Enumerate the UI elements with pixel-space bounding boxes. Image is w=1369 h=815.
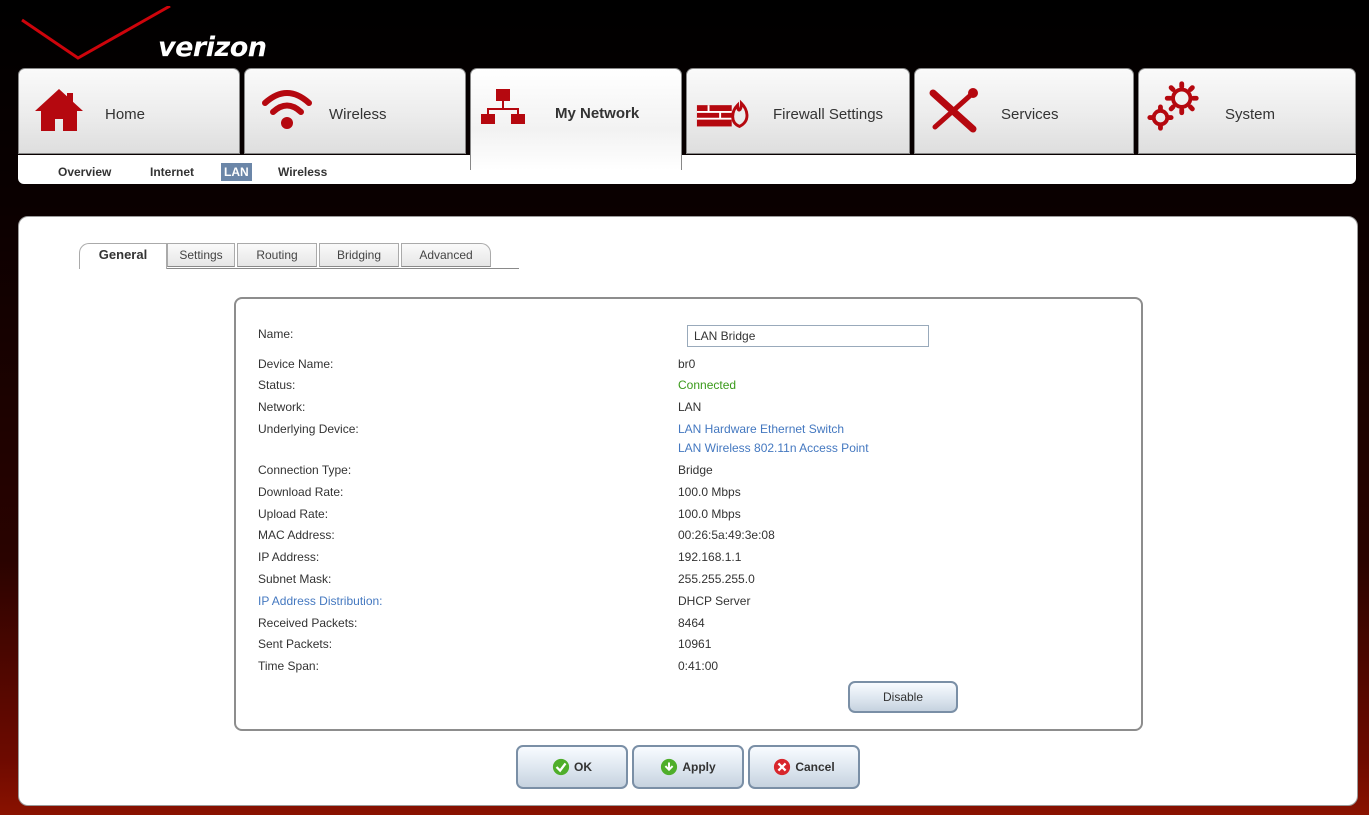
underlying-device-link-1[interactable]: LAN Hardware Ethernet Switch	[678, 422, 844, 436]
nav-tab-firewall-settings[interactable]: Firewall Settings	[686, 68, 910, 154]
ip-address-distribution-link[interactable]: IP Address Distribution:	[258, 594, 383, 608]
network-icon	[481, 89, 525, 124]
subnet-mask-label: Subnet Mask:	[258, 572, 332, 586]
time-span-value: 0:41:00	[678, 659, 719, 673]
nav-tab-system-label: System	[1225, 106, 1276, 123]
ip-address-label: IP Address:	[258, 550, 320, 564]
cancel-button[interactable]: Cancel	[748, 745, 860, 789]
ip-address-value: 192.168.1.1	[678, 550, 742, 564]
home-icon	[35, 89, 83, 131]
download-rate-label: Download Rate:	[258, 485, 344, 499]
nav-tab-home[interactable]: Home	[18, 68, 240, 154]
nav-tab-home-label: Home	[105, 106, 146, 123]
content-panel: General Settings Routing Bridging Advanc…	[18, 216, 1358, 806]
ip-address-distribution-value: DHCP Server	[678, 594, 751, 608]
sub-navigation: Overview Internet LAN Wireless	[18, 155, 1356, 184]
tools-icon	[929, 88, 978, 133]
ok-button-label: OK	[574, 760, 592, 774]
device-name-value: br0	[678, 357, 696, 371]
subnav-item-wireless[interactable]: Wireless	[278, 165, 327, 179]
disable-button-label: Disable	[882, 690, 924, 704]
apply-icon	[661, 758, 678, 776]
name-field[interactable]	[687, 325, 929, 347]
apply-button-label: Apply	[682, 760, 716, 774]
verizon-logo: verizon	[20, 6, 280, 66]
device-name-label: Device Name:	[258, 357, 334, 371]
mac-address-label: MAC Address:	[258, 528, 335, 542]
logo-text: verizon	[158, 32, 267, 63]
gears-icon	[1147, 81, 1199, 131]
upload-rate-label: Upload Rate:	[258, 507, 329, 521]
mac-address-value: 00:26:5a:49:3e:08	[678, 528, 775, 542]
network-value: LAN	[678, 400, 702, 414]
sent-packets-label: Sent Packets:	[258, 637, 333, 651]
nav-tab-firewall-settings-label: Firewall Settings	[773, 106, 884, 123]
lan-details-box: Name: Device Name: br0 Status: Connected…	[234, 297, 1143, 731]
subtab-settings[interactable]: Settings	[167, 243, 235, 267]
connection-type-value: Bridge	[678, 463, 713, 477]
received-packets-label: Received Packets:	[258, 616, 358, 630]
nav-tab-wireless-label: Wireless	[329, 106, 387, 123]
ok-button[interactable]: OK	[516, 745, 628, 789]
received-packets-value: 8464	[678, 616, 705, 630]
status-label: Status:	[258, 378, 296, 392]
subtab-routing[interactable]: Routing	[237, 243, 317, 267]
nav-tab-system[interactable]: System	[1138, 68, 1356, 154]
subtab-advanced[interactable]: Advanced	[401, 243, 491, 267]
connection-type-label: Connection Type:	[258, 463, 352, 477]
subnav-item-lan[interactable]: LAN	[221, 163, 252, 181]
network-label: Network:	[258, 400, 306, 414]
nav-tab-my-network[interactable]: My Network	[470, 68, 682, 170]
nav-tab-wireless[interactable]: Wireless	[244, 68, 466, 154]
nav-tab-services-label: Services	[1001, 106, 1059, 123]
name-label: Name:	[258, 327, 294, 341]
subnet-mask-value: 255.255.255.0	[678, 572, 755, 586]
time-span-label: Time Span:	[258, 659, 319, 673]
status-value: Connected	[678, 378, 737, 392]
wifi-icon	[262, 90, 312, 129]
nav-tab-my-network-label: My Network	[555, 105, 640, 122]
nav-tab-services[interactable]: Services	[914, 68, 1134, 154]
underlying-device-label: Underlying Device:	[258, 422, 359, 436]
upload-rate-value: 100.0 Mbps	[678, 507, 741, 521]
underlying-device-link-2[interactable]: LAN Wireless 802.11n Access Point	[678, 441, 869, 455]
download-rate-value: 100.0 Mbps	[678, 485, 741, 499]
sent-packets-value: 10961	[678, 637, 712, 651]
disable-button[interactable]: Disable	[848, 681, 958, 713]
cancel-icon	[774, 758, 791, 776]
subnav-item-internet[interactable]: Internet	[150, 165, 194, 179]
subtab-general[interactable]: General	[79, 243, 167, 269]
subnav-item-overview[interactable]: Overview	[58, 165, 111, 179]
firewall-icon	[696, 99, 749, 129]
cancel-button-label: Cancel	[795, 760, 835, 774]
apply-button[interactable]: Apply	[632, 745, 744, 789]
checkmark-icon	[552, 758, 570, 776]
subtab-bridging[interactable]: Bridging	[319, 243, 399, 267]
